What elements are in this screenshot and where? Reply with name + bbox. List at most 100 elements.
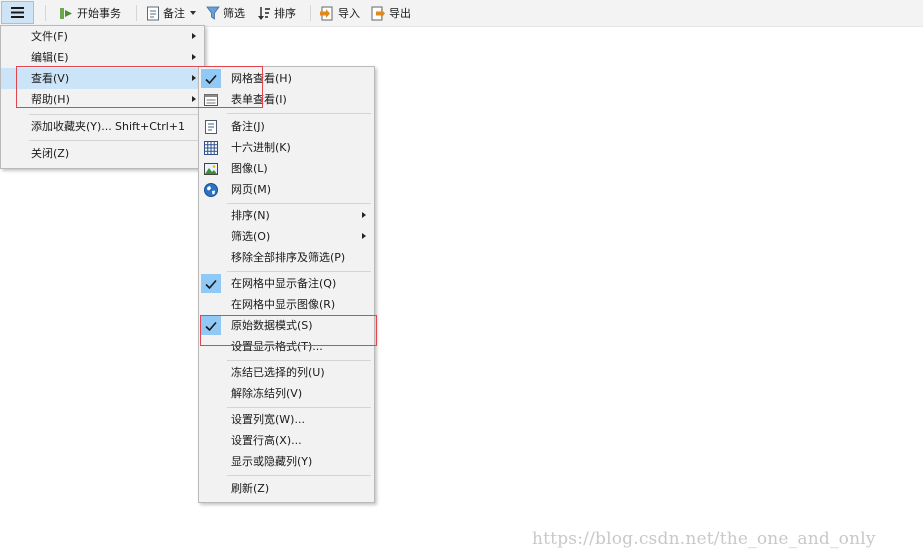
menu-item-remove-sort-filter[interactable]: 移除全部排序及筛选(P) (199, 247, 374, 268)
menu-button[interactable] (1, 1, 34, 24)
sort-label: 排序 (274, 7, 296, 20)
menu-separator (227, 271, 371, 272)
filter-label: 筛选 (223, 7, 245, 20)
menu-item-label: 查看(V) (31, 72, 70, 85)
menu-item-label: 网页(M) (231, 183, 272, 196)
chevron-right-icon (192, 33, 196, 39)
menu-separator (227, 203, 371, 204)
menu-item-view[interactable]: 查看(V) (1, 68, 204, 89)
menu-item-label: 网格查看(H) (231, 72, 292, 85)
menu-item-label: 排序(N) (231, 209, 270, 222)
menu-item-form-view[interactable]: 表单查看(I) (199, 89, 374, 110)
menu-item-label: 十六进制(K) (231, 141, 291, 154)
menu-item-unfreeze-columns[interactable]: 解除冻结列(V) (199, 383, 374, 404)
menu-item-freeze-columns[interactable]: 冻结已选择的列(U) (199, 362, 374, 383)
import-icon (320, 6, 333, 20)
export-label: 导出 (389, 7, 411, 20)
toolbar: 开始事务 备注 筛选 排序 导入 导出 (0, 0, 923, 27)
import-label: 导入 (338, 7, 360, 20)
hex-grid-icon (204, 141, 218, 155)
menu-item-refresh[interactable]: 刷新(Z) (199, 478, 374, 499)
menu-item-set-display-format[interactable]: 设置显示格式(T)... (199, 336, 374, 357)
menu-item-show-hide-columns[interactable]: 显示或隐藏列(Y) (199, 451, 374, 472)
menu-item-file[interactable]: 文件(F) (1, 26, 204, 47)
check-icon (205, 74, 217, 85)
sort-icon (258, 6, 270, 20)
menu-item-label: 设置行高(X)... (231, 434, 302, 447)
menu-item-hex[interactable]: 十六进制(K) (199, 137, 374, 158)
menu-item-label: 原始数据模式(S) (231, 319, 313, 332)
menu-item-help[interactable]: 帮助(H) (1, 89, 204, 110)
form-view-icon (204, 94, 218, 106)
chevron-right-icon (362, 233, 366, 239)
main-menu: 文件(F) 编辑(E) 查看(V) 帮助(H) 添加收藏夹(Y)... Shif… (0, 25, 205, 169)
menu-item-webpage[interactable]: 网页(M) (199, 179, 374, 200)
menu-item-label: 添加收藏夹(Y)... (31, 120, 112, 133)
note-icon (205, 120, 217, 134)
menu-item-label: 编辑(E) (31, 51, 69, 64)
toolbar-separator (45, 5, 46, 21)
menu-separator (29, 140, 200, 141)
sort-button[interactable]: 排序 (257, 3, 296, 23)
menu-separator (227, 360, 371, 361)
import-button[interactable]: 导入 (320, 3, 360, 23)
menu-item-label: 文件(F) (31, 30, 68, 43)
menu-item-add-favorite[interactable]: 添加收藏夹(Y)... Shift+Ctrl+1 (1, 116, 204, 137)
toolbar-separator (136, 5, 137, 21)
menu-item-show-images-in-grid[interactable]: 在网格中显示图像(R) (199, 294, 374, 315)
menu-item-label: 设置列宽(W)... (231, 413, 305, 426)
menu-item-label: 设置显示格式(T)... (231, 340, 323, 353)
menu-item-label: 关闭(Z) (31, 147, 70, 160)
view-submenu: 网格查看(H) 表单查看(I) 备注(J) 十六进制(K) 图像(L) 网页(M… (198, 66, 375, 503)
transaction-icon (60, 7, 72, 19)
menu-item-label: 帮助(H) (31, 93, 70, 106)
menu-item-note[interactable]: 备注(J) (199, 116, 374, 137)
menu-item-edit[interactable]: 编辑(E) (1, 47, 204, 68)
menu-item-label: 图像(L) (231, 162, 268, 175)
globe-icon (204, 183, 218, 197)
menu-item-sort[interactable]: 排序(N) (199, 205, 374, 226)
filter-button[interactable]: 筛选 (206, 3, 245, 23)
menu-separator (227, 475, 371, 476)
check-icon (205, 321, 217, 332)
filter-icon (206, 6, 220, 20)
export-button[interactable]: 导出 (371, 3, 411, 23)
hamburger-menu-icon (11, 7, 24, 18)
chevron-right-icon (192, 75, 196, 81)
menu-item-column-width[interactable]: 设置列宽(W)... (199, 409, 374, 430)
toolbar-separator (310, 5, 311, 21)
menu-item-label: 备注(J) (231, 120, 265, 133)
menu-item-label: 刷新(Z) (231, 482, 270, 495)
menu-item-label: 移除全部排序及筛选(P) (231, 251, 346, 264)
menu-item-label: 显示或隐藏列(Y) (231, 455, 313, 468)
menu-item-label: 筛选(O) (231, 230, 271, 243)
note-button[interactable]: 备注 (146, 3, 196, 23)
menu-item-grid-view[interactable]: 网格查看(H) (199, 68, 374, 89)
note-label: 备注 (163, 7, 185, 20)
menu-item-label: 冻结已选择的列(U) (231, 366, 325, 379)
menu-item-label: 解除冻结列(V) (231, 387, 303, 400)
menu-item-raw-data-mode[interactable]: 原始数据模式(S) (199, 315, 374, 336)
menu-item-filter[interactable]: 筛选(O) (199, 226, 374, 247)
menu-item-image[interactable]: 图像(L) (199, 158, 374, 179)
menu-item-show-notes-in-grid[interactable]: 在网格中显示备注(Q) (199, 273, 374, 294)
menu-item-label: 在网格中显示备注(Q) (231, 277, 337, 290)
menu-separator (227, 113, 371, 114)
chevron-down-icon (190, 11, 196, 15)
menu-item-label: 表单查看(I) (231, 93, 287, 106)
menu-item-row-height[interactable]: 设置行高(X)... (199, 430, 374, 451)
check-icon (205, 279, 217, 290)
watermark: https://blog.csdn.net/the_one_and_only (532, 529, 876, 549)
chevron-right-icon (362, 212, 366, 218)
export-icon (371, 6, 385, 20)
image-icon (204, 163, 218, 175)
start-transaction-button[interactable]: 开始事务 (59, 3, 121, 23)
start-transaction-label: 开始事务 (77, 7, 121, 20)
chevron-right-icon (192, 96, 196, 102)
menu-item-shortcut: Shift+Ctrl+1 (115, 120, 186, 133)
menu-separator (227, 407, 371, 408)
menu-item-close[interactable]: 关闭(Z) (1, 143, 204, 164)
note-icon (147, 6, 159, 20)
chevron-right-icon (192, 54, 196, 60)
menu-separator (29, 114, 200, 115)
